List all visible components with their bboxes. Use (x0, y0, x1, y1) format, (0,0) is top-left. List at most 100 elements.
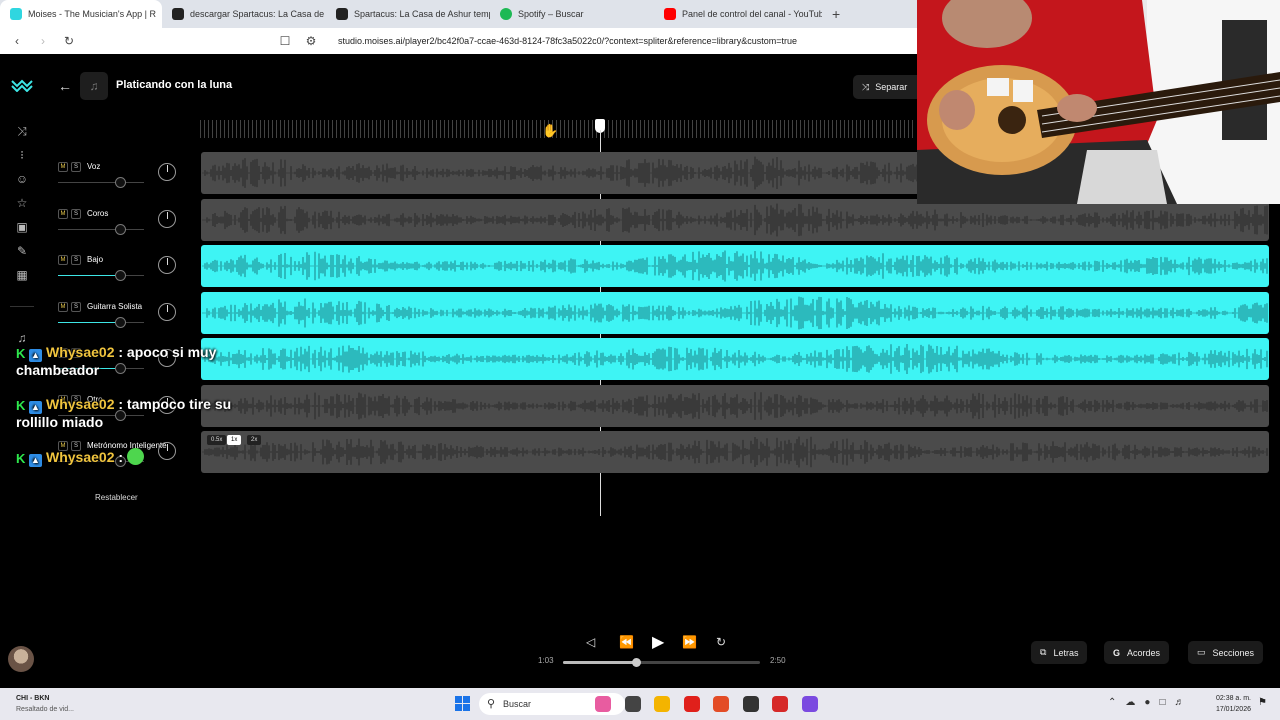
browser-tab-youtube[interactable]: Panel de control del canal - YouTube (654, 0, 822, 28)
volume-slider[interactable] (58, 317, 144, 328)
progress-thumb[interactable] (631, 658, 641, 667)
pan-knob[interactable] (158, 303, 176, 321)
mute-button[interactable]: M (58, 255, 68, 265)
speaker-icon[interactable]: ♬ (1174, 697, 1184, 708)
clock[interactable]: 02:38 a. m. 17/01/2026 (1205, 693, 1251, 715)
volume-thumb[interactable] (114, 224, 126, 235)
volume-icon[interactable]: ◁ (586, 635, 595, 649)
display-icon[interactable]: □ (1159, 697, 1165, 708)
volume-thumb[interactable] (114, 270, 126, 281)
mastering-icon[interactable]: ⁝ (14, 147, 30, 163)
url-field[interactable]: studio.moises.ai/player2/bc42f0a7-ccae-4… (338, 36, 797, 46)
waveform-lane[interactable] (201, 199, 1269, 241)
notification-bell-icon[interactable]: ⚑ (1258, 697, 1267, 708)
back-arrow-icon[interactable]: ← (58, 78, 72, 94)
reset-button[interactable]: Restablecer (95, 493, 138, 502)
star-icon[interactable]: ☆ (14, 195, 30, 211)
mute-button[interactable]: M (58, 209, 68, 219)
tab-title: Spotify – Buscar (518, 9, 584, 19)
speed-option[interactable]: 0.5x (207, 435, 227, 445)
split-icon[interactable]: ⤨ (14, 123, 30, 139)
pan-knob[interactable] (158, 210, 176, 228)
secciones-label: Secciones (1212, 647, 1255, 658)
browser-tab-spotify[interactable]: Spotify – Buscar (490, 0, 654, 28)
volume-fill (58, 322, 120, 323)
site-info-icon[interactable]: ⚙ (304, 34, 318, 48)
pan-knob[interactable] (158, 163, 176, 181)
taskbar-app-icon[interactable] (595, 696, 611, 712)
reload-icon[interactable]: ↻ (62, 34, 76, 48)
forward-arrow-icon[interactable]: › (36, 34, 50, 48)
play-button[interactable]: ▶ (652, 632, 664, 652)
taskbar-app-icon[interactable] (772, 696, 788, 712)
letras-label: Letras (1053, 647, 1079, 658)
track-controls: M S Guitarra Solista (58, 302, 180, 342)
volume-fill (58, 182, 120, 183)
progress-bar[interactable] (563, 658, 760, 667)
tuner-icon[interactable]: ✎ (14, 243, 30, 259)
secciones-button[interactable]: ▭ Secciones (1188, 641, 1264, 664)
pan-knob[interactable] (158, 256, 176, 274)
news-widget[interactable]: CHI - BKN Resaltado de vid... (16, 693, 74, 715)
waveform-lane[interactable]: 0.5x 1x 2x (201, 431, 1269, 473)
hand-cursor-icon: ✋ (542, 123, 559, 138)
browser-tab-descargar[interactable]: descargar Spartacus: La Casa de Ash (162, 0, 326, 28)
volume-slider[interactable] (58, 224, 144, 235)
subscriber-badge-icon: ▲ (29, 349, 42, 362)
fast-forward-icon[interactable]: ⏩ (682, 635, 697, 649)
taskbar-app-icon[interactable] (654, 696, 670, 712)
taskbar-app-icon[interactable] (683, 696, 700, 712)
voice-icon[interactable]: ☺ (14, 171, 30, 187)
waveform-lane[interactable] (201, 385, 1269, 427)
pan-knob[interactable] (158, 442, 176, 460)
volume-thumb[interactable] (114, 317, 126, 328)
webcam-overlay (917, 0, 1280, 204)
kick-badge-icon: K (16, 398, 26, 413)
mute-button[interactable]: M (58, 162, 68, 172)
solo-button[interactable]: S (71, 302, 81, 312)
rewind-icon[interactable]: ⏪ (619, 635, 634, 649)
clock-date: 17/01/2026 (1215, 706, 1251, 713)
new-tab-button[interactable]: + (822, 6, 850, 22)
cloud-icon[interactable]: ☁ (1125, 697, 1135, 708)
speed-option[interactable]: 1x (227, 435, 242, 445)
acordes-button[interactable]: G Acordes (1104, 641, 1170, 664)
taskbar-app-icon[interactable] (624, 696, 641, 712)
solo-button[interactable]: S (71, 209, 81, 219)
volume-slider[interactable] (58, 177, 144, 188)
user-avatar[interactable] (8, 646, 34, 672)
track-name: Voz (87, 162, 101, 171)
bookmark-icon[interactable]: ☐ (278, 34, 292, 48)
taskbar-app-icon[interactable] (801, 696, 818, 712)
moises-logo-icon[interactable] (11, 78, 33, 92)
taskbar-app-icon[interactable] (742, 696, 759, 712)
back-arrow-icon[interactable]: ‹ (10, 34, 24, 48)
current-time: 1:03 (538, 656, 554, 665)
taskbar-app-icon[interactable] (713, 696, 729, 712)
chat-text: : apoco si muy (114, 344, 217, 360)
mic-icon[interactable]: ● (1144, 697, 1150, 708)
tab-title: Moises - The Musician's App | R (28, 9, 156, 19)
waveform-lane[interactable] (201, 338, 1269, 380)
plugin-icon[interactable]: ▣ (14, 219, 30, 235)
windows-start-icon[interactable] (455, 696, 470, 711)
volume-slider[interactable] (58, 270, 144, 281)
letras-button[interactable]: ⧉ Letras (1031, 641, 1088, 664)
waveform (202, 392, 1268, 420)
browser-tab-moises[interactable]: Moises - The Musician's App | R × (0, 0, 162, 28)
browser-tab-spartacus[interactable]: Spartacus: La Casa de Ashur tempora (326, 0, 490, 28)
track-controls: M S Coros (58, 209, 180, 249)
chevron-up-icon[interactable]: ⌃ (1108, 697, 1116, 708)
apps-grid-icon[interactable]: ▦ (14, 267, 30, 283)
volume-thumb[interactable] (114, 177, 126, 188)
track-name: Guitarra Solista (87, 302, 143, 311)
solo-button[interactable]: S (71, 162, 81, 172)
speed-option[interactable]: 2x (247, 435, 262, 445)
mute-button[interactable]: M (58, 302, 68, 312)
chat-text-continued: chambeador (16, 362, 100, 378)
solo-button[interactable]: S (71, 255, 81, 265)
track-name: Coros (87, 209, 109, 218)
loop-icon[interactable]: ↻ (716, 635, 726, 649)
waveform-lane[interactable] (201, 245, 1269, 287)
waveform-lane[interactable] (201, 292, 1269, 334)
